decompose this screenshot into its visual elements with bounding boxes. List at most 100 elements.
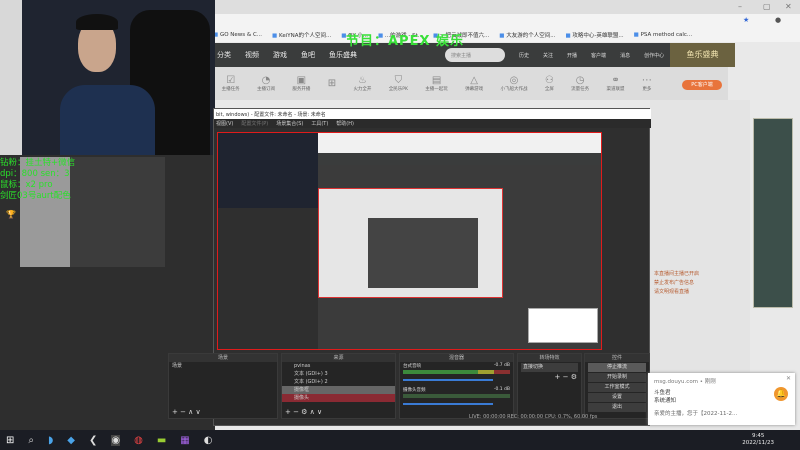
obs-icon[interactable]: ◉ [111, 434, 121, 446]
transitions-dock: 转场特效 直接切换 + − ⚙ [517, 353, 582, 419]
maximize-icon[interactable]: ▢ [763, 2, 771, 11]
channel-db: -0.1 dB [493, 387, 510, 392]
profile-icon[interactable]: ● [775, 16, 781, 24]
feature-item[interactable]: ⚭ 渠道联盟 [607, 75, 625, 92]
volume-slider[interactable] [403, 379, 493, 381]
feature-item[interactable]: ◎ 小飞船大作战 [500, 75, 527, 92]
feature-item[interactable]: △ 弹幕游戏 [465, 75, 483, 92]
bookmark[interactable]: 大友游的个人空间... [499, 31, 555, 39]
source-item[interactable]: pvinas [282, 362, 395, 370]
feature-item[interactable]: ⛉ 全民乐PK [389, 75, 408, 92]
notice-text: 本直播间主播已开启 [654, 271, 700, 277]
obs-menu-bar: 视图(V) 配置文件(P) 场景集合(S) 工具(T) 帮助(H) [214, 119, 651, 128]
steam-icon[interactable]: ◆ [67, 435, 75, 446]
bookmarks-bar: GO News & C... KeiYNA的个人空间... QY-小... ..… [210, 27, 800, 42]
start-icon[interactable]: ⊞ [6, 435, 14, 446]
bookmark[interactable]: KeiYNA的个人空间... [272, 31, 331, 39]
history-link[interactable]: 历史 [519, 52, 529, 59]
follow-link[interactable]: 关注 [543, 52, 553, 59]
feature-icon-row: ☑ 主播任务 ◔ 主播订阅 ▣ 服务开播 ⊞ ♨ 火力全开 ⛉ 全民乐PK ▤ 主播一起玩 … [213, 67, 728, 100]
feature-item[interactable]: ◔ 主播订阅 [257, 75, 275, 92]
client-link[interactable]: 客户端 [591, 52, 606, 59]
notice-text: 请文明观看直播 [654, 289, 690, 295]
mixer-dock: 混音器 台式音响 -0.7 dB 摄像头音频 -0.1 dB [399, 353, 514, 419]
channel-name: 摄像头音频 [403, 388, 426, 393]
bell-icon: 🔔 [774, 387, 788, 401]
close-icon[interactable]: ✕ [786, 375, 791, 382]
logitech-icon[interactable]: ❮ [89, 435, 97, 446]
trophy-icon: 🏆 [6, 210, 16, 219]
obs-window: bit, windows) - 配置文件: 未命名 - 场景: 未命名 视图(V… [168, 108, 651, 426]
source-item[interactable]: 摄像框 [282, 386, 395, 394]
stop-streaming-button[interactable]: 停止推流 [588, 363, 646, 372]
bookmark[interactable]: 攻略中心-英雄联盟... [565, 31, 623, 39]
obs-status-bar: LIVE: 00:00:00 REC: 00:00:00 CPU: 0.7%, … [469, 414, 598, 420]
feature-item[interactable]: ♨ 火力全开 [353, 75, 371, 92]
overlay-line: 剑匠03号aurt配色 [0, 191, 71, 201]
app-icon[interactable]: ◗ [48, 435, 53, 446]
broadcast-link[interactable]: 开播 [567, 52, 577, 59]
channel-name: 台式音响 [403, 364, 421, 369]
menu-tools[interactable]: 工具(T) [311, 120, 328, 127]
exit-button[interactable]: 退出 [588, 403, 646, 412]
transition-controls[interactable]: + − ⚙ [518, 373, 581, 381]
bookmark-star-icon[interactable]: ★ [743, 16, 749, 24]
source-item[interactable]: 文本 (GDI+) 3 [282, 370, 395, 378]
chrome-icon[interactable]: ◍ [134, 435, 143, 446]
menu-file[interactable]: 视图(V) [216, 120, 233, 127]
feature-item[interactable]: ◷ 流量任务 [571, 75, 589, 92]
bookmark[interactable]: GO News & C... [213, 32, 262, 38]
webcam-feed [0, 0, 215, 155]
nav-games[interactable]: 游戏 [273, 50, 287, 60]
app-icon[interactable]: ▦ [180, 435, 189, 446]
search-input[interactable]: 搜索主播 [445, 48, 505, 62]
tab-bar: – ▢ ✕ [210, 0, 800, 14]
site-nav: 分类 视频 游戏 鱼吧 鱼乐盛典 搜索主播 历史 关注 开播 客户端 消息 创作… [213, 43, 728, 67]
obs-preview[interactable] [217, 132, 602, 350]
sources-dock: 来源 pvinas 文本 (GDI+) 3 文本 (GDI+) 2 摄像框 摄像… [281, 353, 396, 419]
menu-help[interactable]: 帮助(H) [336, 120, 354, 127]
menu-profile[interactable]: 配置文件(P) [241, 120, 268, 127]
volume-meter [403, 370, 510, 374]
clock-time: 9:45 [751, 433, 765, 439]
scene-item[interactable]: 场景 [169, 362, 277, 370]
festival-banner[interactable]: 鱼乐盛典 [670, 43, 735, 67]
settings-button[interactable]: 设置 [588, 393, 646, 402]
transition-select[interactable]: 直接切换 [521, 363, 578, 372]
pc-client-button[interactable]: PC客户端 [682, 80, 722, 90]
info-overlay: 钻粉：挂土特+微信 dpi：800 sen：3 鼠标：x2 pro 剑匠03号aurt… [0, 158, 75, 202]
taskbar-clock[interactable]: 9:45 2022/11/23 [742, 433, 774, 447]
feature-item[interactable]: ☑ 主播任务 [222, 75, 240, 92]
overlay-line: 钻粉：挂土特+微信 [0, 158, 76, 168]
volume-slider[interactable] [403, 403, 493, 405]
source-item[interactable]: 文本 (GDI+) 2 [282, 378, 395, 386]
menu-scene-collection[interactable]: 场景集合(S) [276, 120, 303, 127]
feature-item[interactable]: ⋯ 更多 [642, 75, 652, 92]
app-icon[interactable]: ◐ [204, 435, 213, 446]
taskbar: ⊞ ⌕ ◗ ◆ ❮ ◉ ◍ ▬ ▦ ◐ [0, 430, 800, 450]
scenes-dock: 场景 场景 + − ∧ ∨ [168, 353, 278, 419]
nav-category[interactable]: 分类 [217, 50, 231, 60]
source-item[interactable]: 摄像头 [282, 394, 395, 402]
nav-video[interactable]: 视频 [245, 50, 259, 60]
minimize-icon[interactable]: – [738, 2, 742, 11]
razer-icon[interactable]: ▬ [157, 435, 166, 446]
feature-item[interactable]: ▤ 主播一起玩 [425, 75, 448, 92]
bookmark[interactable]: PSA method calc... [634, 32, 693, 38]
nav-yuba[interactable]: 鱼吧 [301, 50, 315, 60]
creator-link[interactable]: 创作中心 [644, 52, 664, 59]
notification-source: msg.douyu.com • 刚刚 [654, 379, 716, 385]
feature-item[interactable]: ▣ 服务开播 [292, 75, 310, 92]
notification-toast[interactable]: msg.douyu.com • 刚刚 斗鱼君 系统通知 亲爱的主播，您于【202… [648, 373, 795, 425]
scene-controls[interactable]: + − ∧ ∨ [172, 408, 201, 416]
nav-festival[interactable]: 鱼乐盛典 [329, 50, 357, 60]
close-icon[interactable]: ✕ [785, 2, 792, 11]
start-recording-button[interactable]: 开始录制 [588, 373, 646, 382]
search-icon[interactable]: ⌕ [28, 435, 34, 446]
messages-link[interactable]: 消息 [620, 52, 630, 59]
ad-column[interactable] [753, 118, 793, 308]
source-controls[interactable]: + − ⚙ ∧ ∨ [285, 408, 322, 416]
studio-mode-button[interactable]: 工作室模式 [588, 383, 646, 392]
feature-item[interactable]: ⊞ [328, 78, 336, 89]
feature-item[interactable]: ⚇ 全屏 [545, 75, 554, 92]
